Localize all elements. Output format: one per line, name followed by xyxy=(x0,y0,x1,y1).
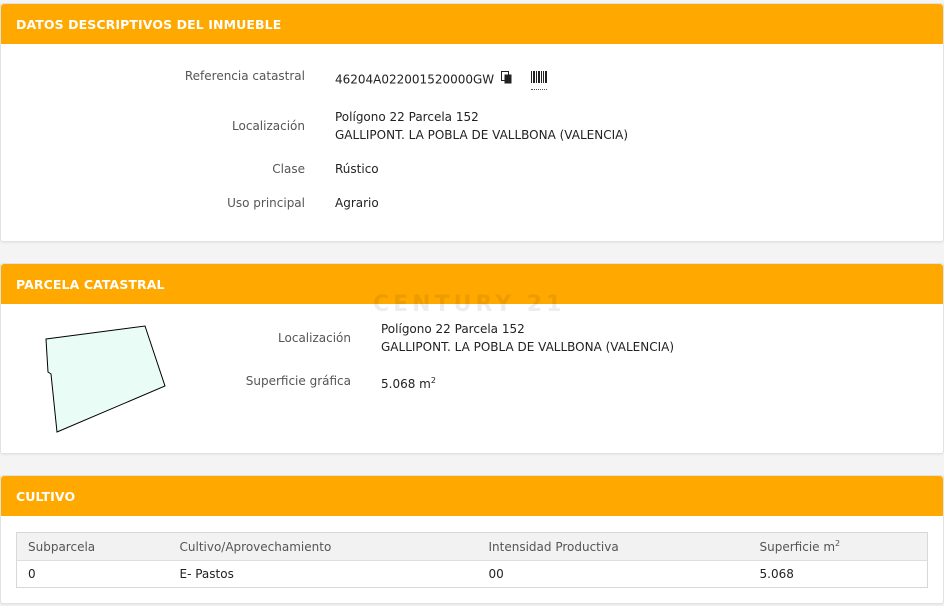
property-description-title: DATOS DESCRIPTIVOS DEL INMUEBLE xyxy=(16,16,282,32)
clase-label: Clase xyxy=(272,162,305,176)
superficie-label: Superficie gráfica xyxy=(245,374,351,388)
cell-subparcela: 0 xyxy=(28,567,36,581)
superficie-value: 5.068 m2 xyxy=(381,372,436,393)
cadastral-parcel-panel: PARCELA CATASTRAL CENTURY 21 Localizació… xyxy=(0,263,944,454)
cultivo-table: Subparcela Cultivo/Aprovechamiento Inten… xyxy=(16,532,928,588)
superficie-unit-sup: 2 xyxy=(430,376,436,385)
col-superficie-label: Superficie m xyxy=(759,540,836,554)
cell-intensidad: 00 xyxy=(488,567,504,581)
referencia-value: 46204A022001520000GW xyxy=(335,72,495,87)
parcel-localizacion-label: Localización xyxy=(278,331,351,345)
col-superficie-sup: 2 xyxy=(835,539,841,548)
watermark-logo: CENTURY 21 xyxy=(373,292,566,317)
cultivo-header: CULTIVO xyxy=(1,476,943,516)
table-header-row: Subparcela Cultivo/Aprovechamiento Inten… xyxy=(16,532,928,561)
clase-value: Rústico xyxy=(335,162,379,176)
copy-icon[interactable] xyxy=(501,71,513,89)
col-superficie: Superficie m2 xyxy=(748,532,928,561)
col-subparcela: Subparcela xyxy=(16,532,169,561)
cadastral-parcel-title: PARCELA CATASTRAL xyxy=(16,276,165,292)
localizacion-label: Localización xyxy=(232,119,305,133)
col-cultivo: Cultivo/Aprovechamiento xyxy=(168,532,478,561)
uso-label: Uso principal xyxy=(227,196,305,210)
property-description-header: DATOS DESCRIPTIVOS DEL INMUEBLE xyxy=(1,4,943,44)
table-row: 0 E- Pastos 00 5.068 xyxy=(17,561,928,588)
parcel-localizacion-line2: GALLIPONT. LA POBLA DE VALLBONA (VALENCI… xyxy=(381,340,675,354)
parcel-localizacion-line1: Polígono 22 Parcela 152 xyxy=(381,322,525,336)
property-description-panel: DATOS DESCRIPTIVOS DEL INMUEBLE Referenc… xyxy=(0,3,944,242)
cell-superficie: 5.068 xyxy=(759,567,794,581)
superficie-number: 5.068 m xyxy=(381,377,431,391)
col-intensidad: Intensidad Productiva xyxy=(477,532,749,561)
cultivo-panel: CULTIVO Subparcela Cultivo/Aprovechamien… xyxy=(0,475,944,604)
localizacion-line1: Polígono 22 Parcela 152 xyxy=(335,110,479,124)
uso-value: Agrario xyxy=(335,196,379,210)
referencia-label: Referencia catastral xyxy=(184,69,305,83)
cell-cultivo: E- Pastos xyxy=(179,567,234,581)
parcel-map-thumbnail[interactable] xyxy=(41,322,171,434)
cultivo-title: CULTIVO xyxy=(16,488,76,504)
parcel-shape xyxy=(45,325,166,433)
localizacion-line2: GALLIPONT. LA POBLA DE VALLBONA (VALENCI… xyxy=(335,128,629,142)
referencia-value-row: 46204A022001520000GW xyxy=(335,70,547,90)
barcode-icon[interactable] xyxy=(530,70,547,90)
